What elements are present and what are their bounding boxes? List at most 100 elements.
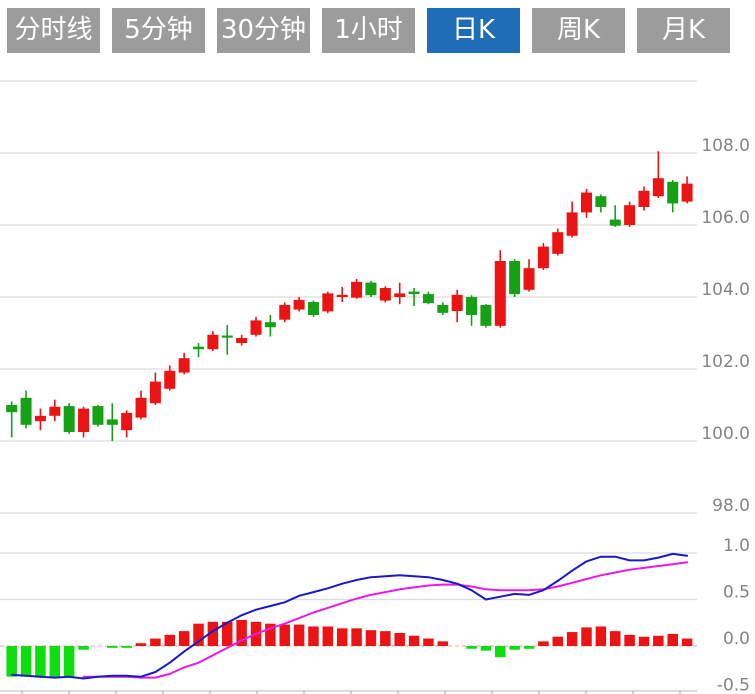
candle-body: [150, 382, 161, 404]
candle-body: [653, 178, 664, 196]
macd-histogram-bar: [466, 646, 477, 649]
macd-histogram-bar: [294, 625, 305, 646]
candle-body: [524, 268, 535, 290]
macd-histogram-bar: [380, 631, 391, 646]
macd-histogram-bar: [193, 624, 204, 646]
macd-histogram-bar: [682, 639, 693, 646]
macd-histogram-bar: [78, 646, 89, 650]
candle-body: [624, 205, 635, 225]
candle-body: [294, 300, 305, 310]
candle-body: [394, 293, 405, 297]
macd-histogram-bar: [165, 635, 176, 646]
macd-histogram-bar: [438, 641, 449, 646]
candle-body: [136, 398, 147, 418]
candle-body: [308, 302, 319, 315]
candle-body: [495, 261, 506, 326]
macd-histogram-bar: [409, 636, 420, 646]
macd-histogram-bar: [64, 646, 75, 677]
stock-kline-panel: 分时线5分钟30分钟1小时日K周K月K 108.0106.0104.0102.0…: [0, 0, 755, 694]
candle-body: [423, 294, 434, 303]
price-axis-label: 100.0: [701, 424, 750, 444]
macd-histogram-bar: [323, 626, 334, 646]
price-axis-label: 106.0: [701, 208, 750, 228]
macd-histogram-bar: [423, 639, 434, 646]
macd-axis-label: 0.5: [723, 583, 750, 603]
macd-histogram-bar: [495, 646, 506, 657]
macd-axis-label: -0.5: [717, 676, 750, 694]
macd-histogram-bar: [667, 634, 678, 646]
macd-histogram-bar: [610, 631, 621, 646]
candle-body: [610, 220, 621, 226]
candle-body: [682, 184, 693, 202]
candle-body: [581, 193, 592, 213]
candle-body: [365, 283, 376, 296]
macd-histogram-bar: [21, 646, 32, 677]
candle-body: [265, 322, 276, 327]
candle-body: [552, 232, 563, 254]
kline-macd-chart: 108.0 106.0 104.0 102.0 100.0 98.0 1.0 0.5 0.0 -0…: [0, 0, 755, 694]
macd-histogram-bar: [6, 646, 17, 677]
macd-histogram-bar: [366, 630, 377, 646]
candle-body: [322, 293, 333, 311]
macd-histogram-bar: [624, 635, 635, 646]
macd-histogram-bar: [394, 633, 405, 646]
candle-body: [480, 305, 491, 326]
macd-histogram-bar: [308, 626, 319, 646]
macd-histogram-bar: [524, 646, 535, 649]
macd-histogram-bar: [538, 641, 549, 646]
macd-histogram-bar: [553, 637, 564, 646]
price-axis-label: 98.0: [712, 496, 750, 516]
macd-histogram-bar: [596, 626, 607, 646]
macd-histogram-bar: [150, 639, 161, 646]
candle-body: [351, 282, 362, 298]
macd-histogram-bar: [639, 637, 650, 646]
macd-histogram-bar: [50, 646, 61, 677]
candle-body: [207, 335, 218, 349]
candle-body: [380, 288, 391, 301]
macd-histogram-bar: [581, 627, 592, 646]
candle-body: [409, 292, 420, 295]
candle-body: [164, 371, 175, 389]
candle-body: [337, 295, 348, 297]
candle-body: [78, 409, 89, 432]
macd-histogram-bar: [337, 628, 348, 646]
candle-body: [107, 419, 118, 424]
candle-body: [567, 212, 578, 235]
candle-body: [179, 358, 190, 372]
macd-histogram-bar: [35, 646, 46, 678]
candle-body: [236, 338, 247, 343]
macd-histogram-bar: [136, 643, 147, 646]
macd-histogram-bar: [351, 628, 362, 646]
macd-histogram-bar: [653, 636, 664, 646]
macd-histogram-bar: [121, 646, 132, 648]
price-axis-label: 102.0: [701, 352, 750, 372]
candle-body: [92, 406, 103, 425]
candle-body: [638, 191, 649, 207]
macd-histogram-bar: [179, 631, 190, 646]
candle-body: [193, 347, 204, 350]
macd-histogram-bar: [481, 646, 492, 651]
candle-body: [509, 261, 520, 294]
candle-body: [121, 413, 132, 430]
candle-body: [222, 336, 233, 338]
candle-body: [49, 407, 60, 416]
macd-axis-label: 0.0: [723, 629, 750, 649]
candle-body: [35, 416, 46, 421]
candle-body: [21, 398, 32, 425]
candle-body: [64, 406, 75, 432]
price-axis-label: 108.0: [701, 136, 750, 156]
candle-body: [466, 297, 477, 315]
candle-body: [250, 320, 261, 334]
macd-axis-label: 1.0: [723, 536, 750, 556]
candle-body: [667, 182, 678, 204]
candle-body: [279, 305, 290, 320]
candle-body: [538, 247, 549, 269]
candle-body: [437, 305, 448, 313]
macd-histogram-bar: [279, 625, 290, 646]
price-axis-label: 104.0: [701, 280, 750, 300]
candle-body: [595, 196, 606, 207]
macd-histogram-bar: [567, 632, 578, 646]
macd-histogram-bar: [509, 646, 520, 650]
dif-line: [12, 554, 687, 679]
candle-body: [452, 295, 463, 311]
